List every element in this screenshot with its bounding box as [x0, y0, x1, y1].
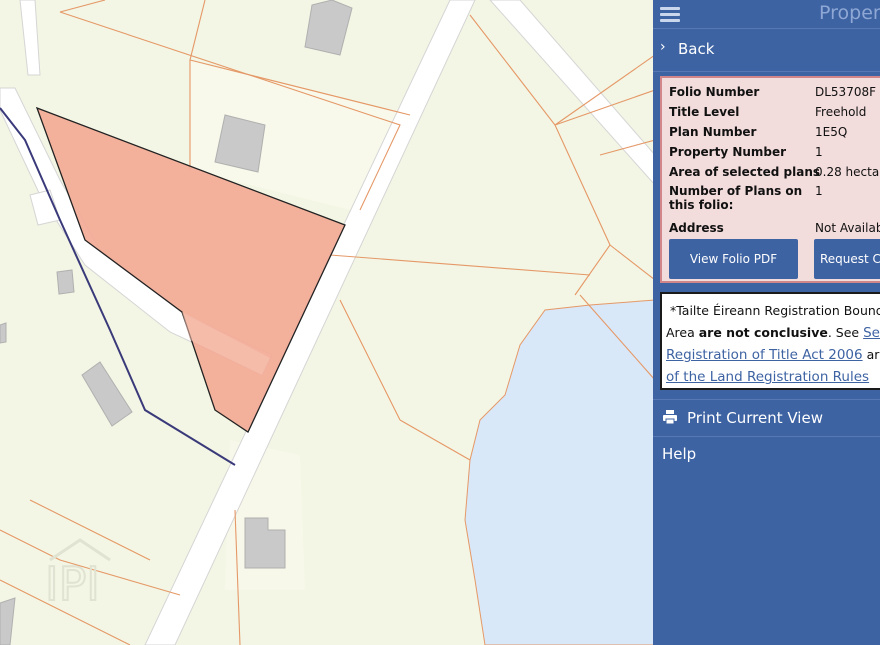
title-level-label: Title Level	[669, 105, 740, 119]
request-copy-button[interactable]: Request Co	[814, 239, 880, 279]
folio-number-row: Folio Number DL53708F	[669, 85, 876, 99]
panel-header: Proper	[653, 0, 880, 29]
registration-notice: *Tailte Éireann Registration Bounda Area…	[660, 292, 880, 390]
area-row: Area of selected plans0.28 hectare	[669, 165, 880, 179]
notice-text-1: *Tailte Éireann Registration Bounda	[669, 303, 880, 318]
watermark-text: IPI	[45, 557, 100, 611]
plan-number-row: Plan Number 1E5Q	[669, 125, 847, 139]
notice-bold: are not conclusive	[698, 325, 828, 340]
area-label: Area of selected plans	[669, 165, 821, 179]
land-registration-rules-link[interactable]: of the Land Registration Rules	[666, 369, 869, 385]
print-current-view-button[interactable]: Print Current View	[653, 399, 880, 437]
address-label: Address	[669, 221, 724, 235]
plan-number-label: Plan Number	[669, 125, 757, 139]
folio-info-card: Folio Number DL53708F Title Level Freehold…	[660, 76, 880, 283]
notice-text-3: ar	[862, 347, 880, 362]
back-button[interactable]: › Back	[653, 29, 880, 72]
notice-line2: Area are not conclusive. See Secti	[666, 322, 880, 344]
property-number-row: Property Number 1	[669, 145, 823, 159]
help-link[interactable]: Help	[662, 445, 696, 463]
plans-count-row: Number of Plans on this folio:1	[669, 184, 823, 212]
notice-line1: *Tailte Éireann Registration Bounda	[666, 300, 880, 322]
area-value: 0.28 hectare	[815, 165, 880, 179]
folio-number-value: DL53708F	[815, 85, 877, 99]
notice-line3: Registration of Title Act 2006 ar	[666, 344, 880, 366]
folio-number-label: Folio Number	[669, 85, 760, 99]
notice-text-2b: . See	[827, 325, 864, 340]
printer-icon	[663, 410, 677, 425]
plans-count-label: Number of Plans on this folio:	[669, 184, 815, 212]
hamburger-menu-icon[interactable]	[660, 4, 680, 22]
view-folio-pdf-button[interactable]: View Folio PDF	[669, 239, 798, 279]
back-label: Back	[678, 40, 715, 58]
map-layer[interactable]: IPI	[0, 0, 655, 645]
plans-count-label-line2: this folio:	[669, 198, 734, 212]
title-level-row: Title Level Freehold	[669, 105, 866, 119]
print-label: Print Current View	[687, 409, 823, 427]
map-canvas[interactable]: IPI	[0, 0, 655, 645]
chevron-right-icon: ›	[660, 39, 666, 55]
title-level-value: Freehold	[815, 105, 867, 119]
side-panel: Proper › Back Folio Number DL53708F Title…	[653, 0, 880, 645]
plans-count-value: 1	[815, 184, 823, 198]
notice-text-2a: Area	[666, 325, 699, 340]
plan-number-value: 1E5Q	[815, 125, 848, 139]
notice-line4: of the Land Registration Rules	[666, 366, 880, 388]
panel-title: Proper	[819, 2, 880, 24]
registration-act-link[interactable]: Registration of Title Act 2006	[666, 347, 863, 363]
address-row: Address Not Availab	[669, 221, 880, 235]
property-number-label: Property Number	[669, 145, 787, 159]
property-number-value: 1	[815, 145, 823, 159]
section-link[interactable]: Secti	[863, 325, 880, 341]
plans-count-label-line1: Number of Plans on	[669, 184, 803, 198]
address-value: Not Availab	[815, 221, 880, 235]
